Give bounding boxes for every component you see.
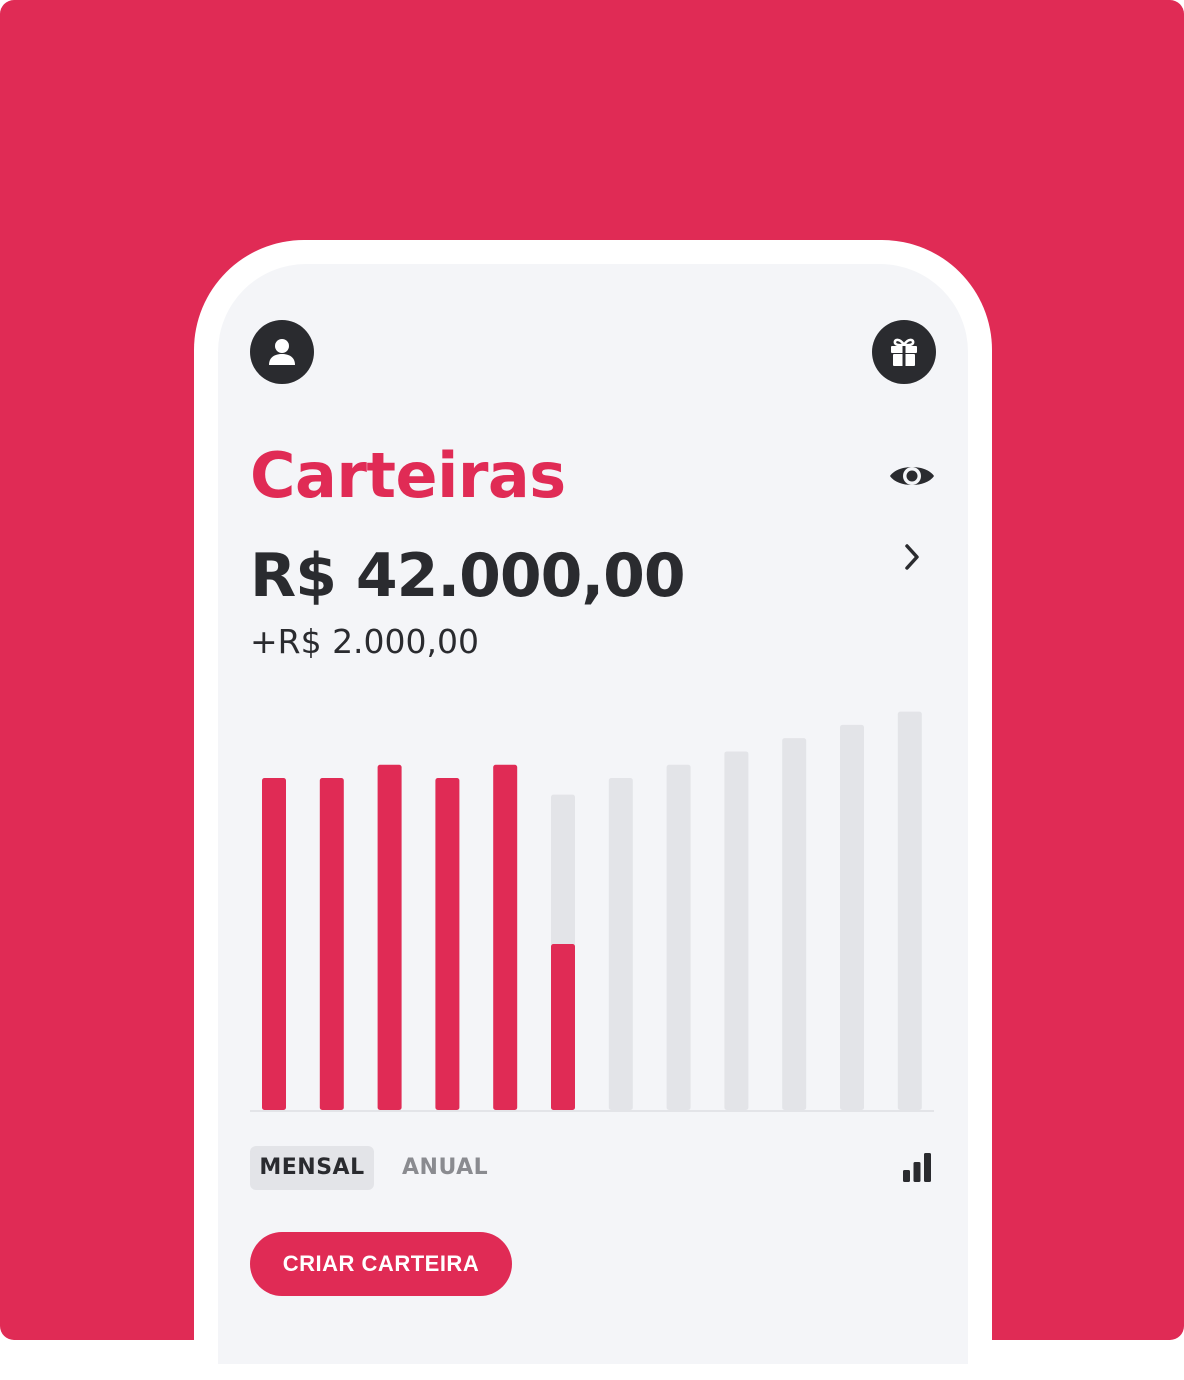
tab-anual[interactable]: ANUAL	[402, 1146, 488, 1190]
chart-bar	[608, 778, 633, 1110]
chart-bar	[782, 738, 807, 1110]
chart-bar	[319, 778, 344, 1110]
chart-bar	[493, 764, 518, 1110]
chart-bar	[724, 751, 749, 1110]
chart-bar	[551, 944, 575, 1110]
chart-bar	[666, 764, 691, 1110]
wallet-chart	[250, 711, 934, 1112]
tab-mensal[interactable]: MENSAL	[250, 1146, 374, 1190]
chart-bar	[897, 711, 922, 1110]
create-wallet-button[interactable]: CRIAR CARTEIRA	[250, 1232, 512, 1296]
chart-bar	[435, 778, 460, 1110]
bar-chart-icon[interactable]	[900, 1150, 934, 1184]
chart-bar	[262, 778, 286, 1110]
chart-bar	[840, 724, 864, 1110]
chart-bar	[377, 764, 402, 1110]
